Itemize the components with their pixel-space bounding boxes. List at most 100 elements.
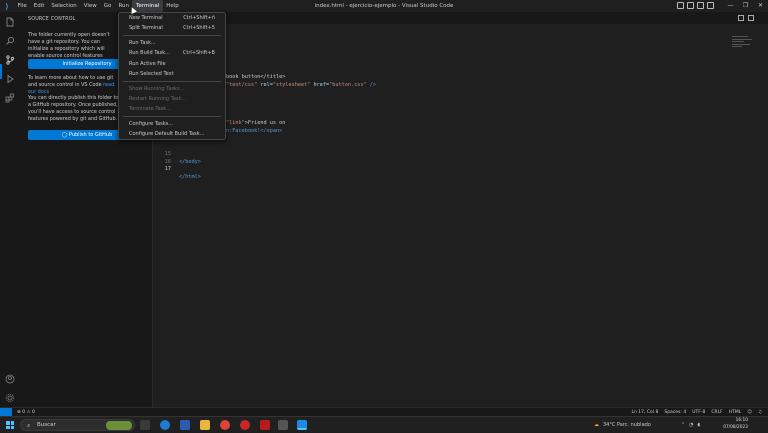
code-fragment: book button</title> xyxy=(226,74,286,80)
panel-title: SOURCE CONTROL xyxy=(28,17,76,22)
weather-text[interactable]: 34°C Parc. nublado xyxy=(603,417,651,433)
run-debug-icon[interactable] xyxy=(4,73,16,85)
menu-configure-default-build-task[interactable]: Configure Default Build Task... xyxy=(129,130,215,138)
vscode-taskbar-icon[interactable] xyxy=(297,420,307,430)
menu-terminal[interactable]: Terminal xyxy=(132,0,163,12)
toggle-sidebar-icon[interactable] xyxy=(677,2,684,9)
code-fragment: /> xyxy=(366,82,376,88)
menu-go[interactable]: Go xyxy=(100,0,115,12)
code-fragment: n:Facebook!</span> xyxy=(226,128,283,134)
menu-item-label: Restart Running Task... xyxy=(129,96,187,102)
menu-item-label: Show Running Tasks... xyxy=(129,86,185,92)
close-button[interactable]: ✕ xyxy=(753,0,768,12)
app-icon-dark-red[interactable] xyxy=(260,420,270,430)
layout-controls xyxy=(677,2,714,9)
toggle-secondary-sidebar-icon[interactable] xyxy=(697,2,704,9)
code-fragment: href= xyxy=(313,82,330,88)
os-taskbar: ⌕ Buscar ☁ 34°C Parc. nublado ⌃ ◔ ◖ 16:1… xyxy=(0,416,768,432)
menu-item-shortcut: Ctrl+Shift+ñ xyxy=(183,15,215,21)
file-explorer-icon[interactable] xyxy=(200,420,210,430)
menu-separator xyxy=(123,35,221,36)
menu-file[interactable]: File xyxy=(14,0,30,12)
toggle-panel-icon[interactable] xyxy=(687,2,694,9)
search-icon[interactable] xyxy=(4,35,16,47)
code-text: </body> xyxy=(179,159,201,165)
editor-area[interactable]: book button</title> "text/css" rel="styl… xyxy=(153,12,768,407)
publish-message: You can directly publish this folder to … xyxy=(28,95,119,122)
code-fragment: "button.css" xyxy=(329,82,367,88)
maximize-button[interactable]: ❐ xyxy=(738,0,753,12)
active-view-indicator xyxy=(0,64,2,79)
menu-separator xyxy=(123,116,221,117)
publish-button-label: Publish to GitHub xyxy=(68,132,113,138)
status-bar: ⊗ 0 ⚠ 0 Ln 17, Col 8 Spaces: 4 UTF-8 CRL… xyxy=(0,407,768,417)
settings-app-icon[interactable] xyxy=(278,420,288,430)
menu-item-label: Configure Tasks... xyxy=(129,121,173,127)
system-tray: ☁ 34°C Parc. nublado ⌃ ◔ ◖ xyxy=(594,417,700,433)
window-controls: — ❐ ✕ xyxy=(723,0,768,12)
code-fragment: >Friend us on xyxy=(244,120,286,126)
clock-date: 07/08/2023 xyxy=(723,424,748,430)
menu-item-label: Run Active File xyxy=(129,61,166,67)
menu-new-terminal[interactable]: New Terminal Ctrl+Shift+ñ xyxy=(129,14,215,22)
menu-separator xyxy=(123,81,221,82)
tray-overflow-icon[interactable]: ⌃ xyxy=(681,417,685,433)
app-icon-red[interactable] xyxy=(240,420,250,430)
code-fragment: "text/css" xyxy=(226,82,258,88)
menu-item-label: Run Build Task... xyxy=(129,50,170,56)
menu-item-shortcut: Ctrl+Shift+5 xyxy=(183,25,215,31)
menu-view[interactable]: View xyxy=(80,0,100,12)
code-fragment: "link" xyxy=(226,120,245,126)
source-control-icon[interactable] xyxy=(4,54,16,66)
minimap[interactable] xyxy=(732,36,754,48)
taskbar-search[interactable]: ⌕ Buscar xyxy=(20,419,135,431)
minimize-button[interactable]: — xyxy=(723,0,738,12)
more-actions-icon[interactable] xyxy=(748,15,754,21)
vscode-logo-icon[interactable]: ⟩ xyxy=(0,0,14,12)
settings-gear-icon[interactable] xyxy=(4,392,16,404)
search-icon: ⌕ xyxy=(27,422,31,429)
code-line: 17 </html> xyxy=(153,157,201,180)
menu-item-label: Run Task... xyxy=(129,40,156,46)
extensions-icon[interactable] xyxy=(4,92,16,104)
menu-item-label: Terminate Task... xyxy=(129,106,171,112)
menu-run-build-task[interactable]: Run Build Task... Ctrl+Shift+B xyxy=(129,49,215,57)
code-text: </html> xyxy=(179,174,201,180)
title-bar: ⟩ File Edit Selection View Go Run Termin… xyxy=(0,0,768,12)
line-number: 17 xyxy=(164,166,171,172)
menu-selection[interactable]: Selection xyxy=(48,0,80,12)
activity-bar xyxy=(0,12,20,407)
menu-item-label: Run Selected Text xyxy=(129,71,174,77)
menu-run-selected-text[interactable]: Run Selected Text xyxy=(129,70,215,78)
weather-icon: ☁ xyxy=(594,422,599,428)
store-icon[interactable] xyxy=(180,420,190,430)
docs-message: To learn more about how to use git and s… xyxy=(28,75,120,96)
terminal-menu: New Terminal Ctrl+Shift+ñ Split Terminal C… xyxy=(118,12,226,140)
menu-terminate-task: Terminate Task... xyxy=(129,105,215,113)
network-icon[interactable]: ◔ xyxy=(689,417,693,433)
menu-run-task[interactable]: Run Task... xyxy=(129,39,215,47)
accounts-icon[interactable] xyxy=(4,373,16,385)
customize-layout-icon[interactable] xyxy=(707,2,714,9)
edge-browser-icon[interactable] xyxy=(160,420,170,430)
menu-item-label: Configure Default Build Task... xyxy=(129,131,205,137)
chrome-icon[interactable] xyxy=(220,420,230,430)
code-fragment: rel= xyxy=(260,82,273,88)
split-editor-icon[interactable] xyxy=(738,15,744,21)
code-line: 15 </body> xyxy=(153,142,201,165)
docs-message-text: To learn more about how to use git and s… xyxy=(28,75,114,88)
explorer-icon[interactable] xyxy=(4,16,16,28)
menu-item-shortcut: Ctrl+Shift+B xyxy=(182,50,215,56)
task-view-icon[interactable] xyxy=(140,420,150,430)
system-clock[interactable]: 16:10 07/08/2023 xyxy=(723,418,748,431)
menu-item-label: New Terminal xyxy=(129,15,163,21)
volume-icon[interactable]: ◖ xyxy=(697,417,700,433)
menu-split-terminal[interactable]: Split Terminal Ctrl+Shift+5 xyxy=(129,24,215,32)
menu-configure-tasks[interactable]: Configure Tasks... xyxy=(129,120,215,128)
editor-actions xyxy=(738,15,754,21)
menu-restart-running-task: Restart Running Task... xyxy=(129,95,215,103)
menu-help[interactable]: Help xyxy=(163,0,183,12)
windows-start-icon[interactable] xyxy=(6,421,14,429)
menu-run-active-file[interactable]: Run Active File xyxy=(129,60,215,68)
menu-edit[interactable]: Edit xyxy=(30,0,48,12)
